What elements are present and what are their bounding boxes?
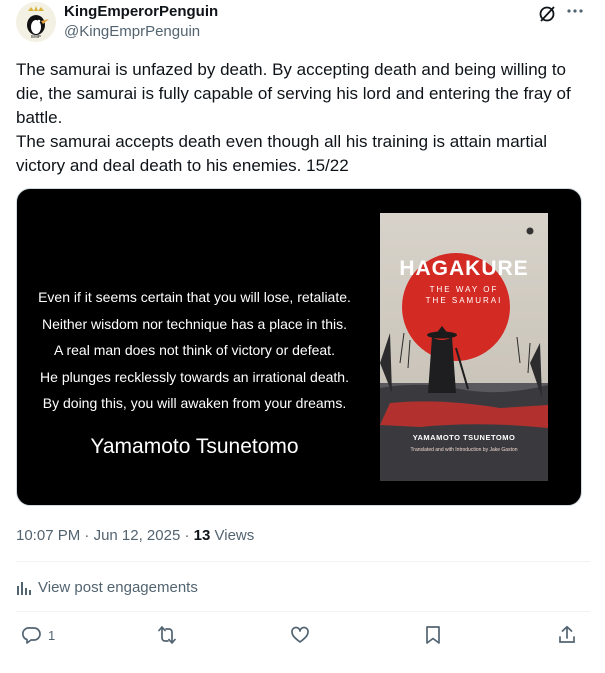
book-subtitle-line: THE WAY OF (429, 285, 499, 294)
view-engagements-link[interactable]: View post engagements (16, 579, 198, 596)
author-display-name[interactable]: KingEmperorPenguin (64, 3, 218, 21)
bookmark-button[interactable] (424, 625, 442, 645)
book-title: HAGAKURE (399, 257, 529, 280)
views-label: Views (214, 527, 255, 544)
quote-line: Even if it seems certain that you will l… (38, 289, 351, 305)
book-subtitle: THE WAY OF THE SAMURAI (380, 284, 548, 306)
tweet-text: The samurai is unfazed by death. By acce… (16, 58, 591, 178)
meta-separator: · (84, 527, 90, 544)
meta-separator: · (184, 527, 190, 544)
reply-count: 1 (48, 627, 56, 643)
divider (16, 611, 590, 612)
bookmark-icon (424, 625, 442, 645)
like-icon (290, 625, 310, 645)
reply-icon (22, 625, 42, 645)
share-icon (557, 625, 577, 645)
quote-line: Neither wisdom nor technique has a place… (41, 315, 348, 332)
avatar-text: EMP (31, 34, 41, 39)
retweet-icon (157, 625, 177, 645)
quote-line: A real man does not think of victory or … (54, 342, 335, 358)
retweet-button[interactable] (157, 625, 177, 645)
book-translator: Translated and with Introduction by Jake… (410, 447, 518, 453)
tweet-date[interactable]: Jun 12, 2025 (94, 527, 181, 544)
reply-button[interactable]: 1 (22, 625, 55, 645)
quote-line: By doing this, you will awaken from your… (42, 395, 347, 411)
tweet-image[interactable]: Even if it seems certain that you will l… (16, 188, 582, 506)
engagements-label: View post engagements (38, 579, 198, 596)
tweet-meta: 10:07 PM · Jun 12, 2025 · 13 Views (16, 527, 254, 544)
action-bar: 1 (0, 625, 605, 653)
more-icon[interactable] (565, 2, 585, 20)
tweet-container: EMP KingEmperorPenguin @KingEmprPenguin … (0, 0, 605, 673)
share-button[interactable] (557, 625, 577, 645)
analytics-icon (16, 580, 32, 596)
tweet-paragraph: The samurai is unfazed by death. By acce… (16, 60, 571, 127)
book-subtitle-line: THE SAMURAI (425, 296, 503, 305)
divider (16, 561, 590, 562)
author-handle[interactable]: @KingEmprPenguin (64, 23, 200, 41)
tweet-paragraph: The samurai accepts death even though al… (16, 132, 548, 175)
tweet-time[interactable]: 10:07 PM (16, 527, 80, 544)
avatar[interactable]: EMP (16, 2, 56, 42)
quote-line: He plunges recklessly towards an irratio… (40, 368, 349, 385)
quote-author: Yamamoto Tsunetomo (90, 435, 299, 458)
book-cover: HAGAKURE THE WAY OF THE SAMURAI YAMAMOTO… (380, 213, 548, 481)
quote-text: Even if it seems certain that you will l… (17, 284, 372, 417)
like-button[interactable] (290, 625, 310, 645)
views-count: 13 (193, 527, 211, 544)
grok-icon[interactable] (538, 5, 556, 23)
book-author: YAMAMOTO TSUNETOMO (412, 433, 516, 442)
